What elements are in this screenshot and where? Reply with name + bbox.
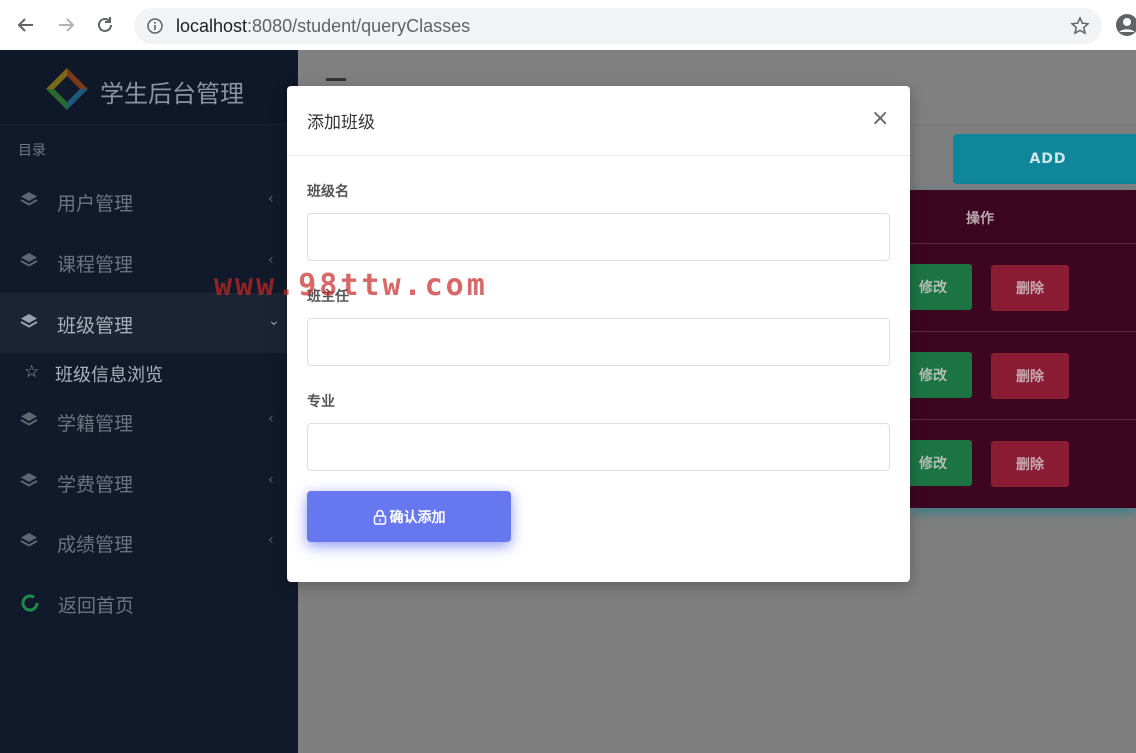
menu-header: 目录 [18, 143, 46, 159]
sidebar-item-tuition[interactable]: 学费管理 ‹ [0, 452, 298, 512]
delete-button[interactable]: 删除 [991, 353, 1069, 399]
modal-title: 添加班级 [307, 113, 375, 132]
head-teacher-input[interactable] [307, 318, 890, 366]
add-class-modal: 添加班级 × 班级名 班主任 专业 确认添加 [287, 86, 910, 582]
chevron-left-icon: ‹ [268, 191, 274, 207]
brand-title: 学生后台管理 [100, 81, 244, 108]
logo-icon [46, 68, 88, 110]
sidebar-item-label: 学籍管理 [57, 414, 134, 435]
sidebar-item-label: 用户管理 [57, 194, 134, 215]
profile-icon[interactable] [1116, 14, 1136, 36]
chevron-left-icon: ‹ [268, 252, 274, 268]
reload-icon [98, 17, 112, 32]
table-row-divider [910, 243, 1136, 244]
sidebar-item-classes[interactable]: 班级管理 ⌄ [0, 293, 298, 353]
layers-icon [20, 533, 38, 547]
sidebar-subitem-label: 班级信息浏览 [55, 365, 163, 385]
layers-icon [20, 314, 38, 328]
table-row-divider [910, 419, 1136, 420]
table-header-operation: 操作 [966, 211, 994, 227]
refresh-circle-icon [21, 594, 39, 612]
sidebar-item-enrollment[interactable]: 学籍管理 ‹ [0, 391, 298, 451]
menu-toggle-icon[interactable] [326, 78, 346, 81]
reload-button[interactable] [93, 13, 117, 37]
layers-icon [20, 412, 38, 426]
chevron-left-icon: ‹ [268, 532, 274, 548]
delete-button[interactable]: 删除 [991, 265, 1069, 311]
arrow-left-icon [17, 18, 33, 32]
add-button[interactable]: ADD [953, 134, 1136, 184]
sidebar-item-users[interactable]: 用户管理 ‹ [0, 171, 298, 231]
arrow-right-icon [59, 18, 75, 32]
info-icon[interactable] [147, 18, 163, 34]
delete-button[interactable]: 删除 [991, 441, 1069, 487]
class-name-label: 班级名 [307, 184, 349, 200]
sidebar-item-label: 班级管理 [57, 316, 134, 337]
major-label: 专业 [307, 394, 335, 410]
star-outline-icon: ☆ [24, 362, 40, 382]
back-button[interactable] [14, 13, 38, 37]
sidebar-item-label: 学费管理 [57, 475, 134, 496]
brand: 学生后台管理 [0, 50, 298, 125]
sidebar-item-home[interactable]: 返回首页 [0, 573, 298, 633]
sidebar-item-label: 返回首页 [58, 596, 135, 617]
sidebar-item-courses[interactable]: 课程管理 ‹ [0, 232, 298, 292]
close-icon[interactable]: × [871, 108, 889, 130]
major-input[interactable] [307, 423, 890, 471]
chevron-down-icon: ⌄ [268, 313, 280, 329]
sidebar: 学生后台管理 目录 用户管理 ‹ 课程管理 ‹ 班级管理 ⌄ ☆ 班级信息浏览 … [0, 50, 298, 753]
confirm-add-label: 确认添加 [389, 508, 446, 525]
sidebar-subitem-class-browse[interactable]: ☆ 班级信息浏览 [0, 353, 298, 391]
confirm-add-button[interactable]: 确认添加 [307, 491, 511, 542]
chevron-left-icon: ‹ [268, 411, 274, 427]
url-path: :8080/student/queryClasses [247, 16, 471, 36]
layers-icon [20, 253, 38, 267]
sidebar-item-label: 课程管理 [57, 255, 134, 276]
modal-header: 添加班级 × [287, 86, 910, 156]
bookmark-star-icon[interactable] [1070, 16, 1090, 36]
sidebar-item-label: 成绩管理 [57, 535, 134, 556]
url-host: localhost [176, 16, 248, 36]
browser-toolbar: localhost:8080/student/queryClasses [0, 0, 1136, 50]
layers-icon [20, 473, 38, 487]
class-name-input[interactable] [307, 213, 890, 261]
chevron-left-icon: ‹ [268, 472, 274, 488]
lock-icon [373, 509, 386, 525]
table-row-divider [910, 331, 1136, 332]
address-bar[interactable]: localhost:8080/student/queryClasses [134, 8, 1102, 44]
head-teacher-label: 班主任 [307, 289, 349, 305]
url-text: localhost:8080/student/queryClasses [176, 16, 470, 37]
layers-icon [20, 192, 38, 206]
forward-button[interactable] [54, 13, 78, 37]
sidebar-item-grades[interactable]: 成绩管理 ‹ [0, 512, 298, 572]
